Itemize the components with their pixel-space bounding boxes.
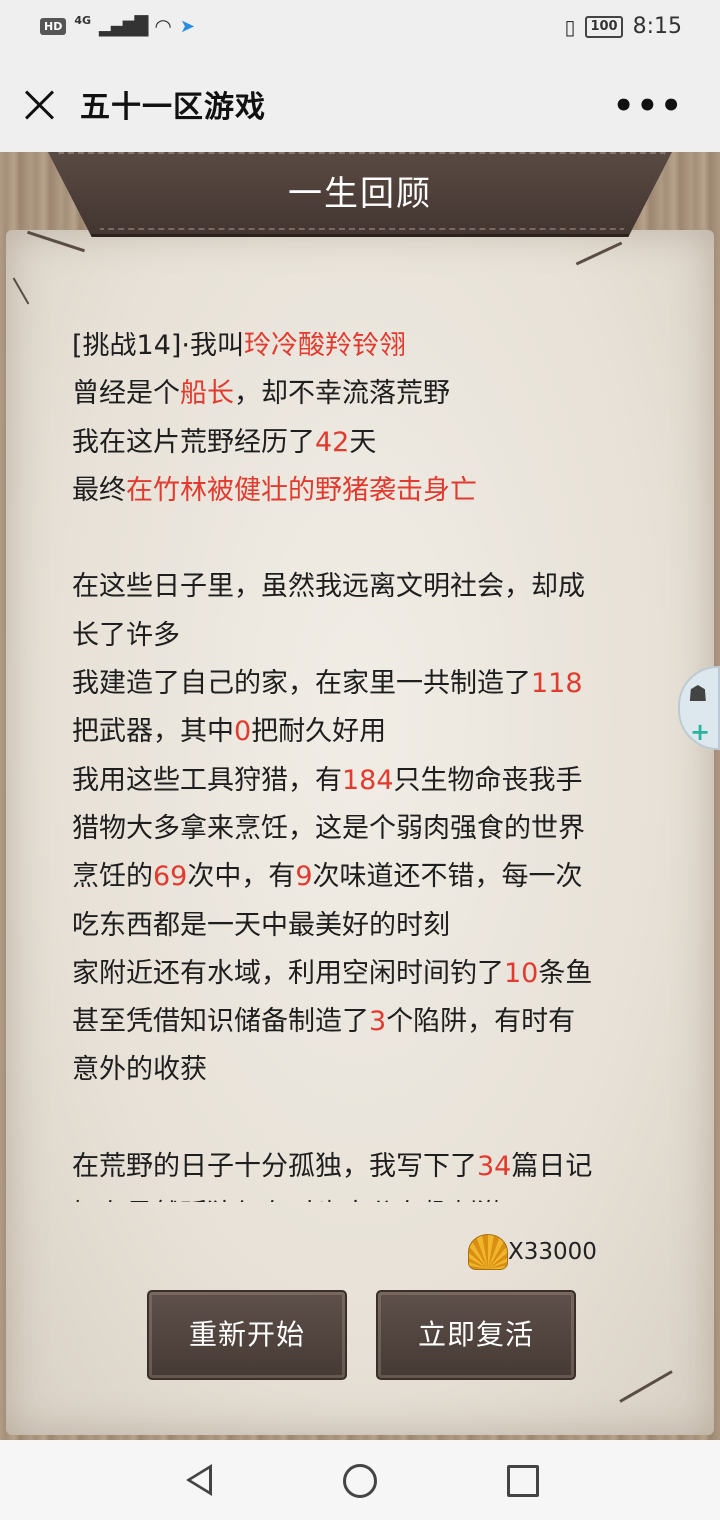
story-text: 在荒野的日子十分孤独，我写下了 bbox=[72, 1151, 477, 1183]
life-review-text: [挑战14]·我叫玲冷酸羚铃翎 曾经是个船长，却不幸流落荒野 我在这片荒野经历了… bbox=[72, 332, 657, 1202]
status-left: HD 4G ▂▄▆█ ◠ ➤ bbox=[40, 14, 195, 38]
story-line: 甚至凭借知识储备制造了3个陷阱，有时有 bbox=[72, 998, 657, 1046]
story-line: 我建造了自己的家，在家里一共制造了118 bbox=[72, 660, 657, 708]
story-text: 次味道还不错，每一次 bbox=[312, 861, 583, 893]
story-line: 长了许多 bbox=[72, 619, 180, 651]
game-area: 一生回顾 [挑战14]·我叫玲冷酸羚铃翎 曾经是个船长，却不幸流落荒野 我在这片… bbox=[0, 152, 720, 1440]
story-text: 甚至凭借知识储备制造了 bbox=[72, 1006, 369, 1038]
story-line: 曾经是个船长，却不幸流落荒野 bbox=[72, 370, 657, 418]
story-text: 我用这些工具狩猎，有 bbox=[72, 764, 342, 796]
wifi-icon: ◠ bbox=[154, 14, 172, 38]
battery-icon: 100 bbox=[585, 15, 623, 38]
network-type: 4G bbox=[74, 13, 92, 27]
traps-count: 3 bbox=[369, 1006, 387, 1038]
story-text: 家附近还有水域，利用空闲时间钓了 bbox=[72, 957, 504, 989]
app-notification-icon: ➤ bbox=[179, 15, 195, 37]
fish-count: 10 bbox=[504, 957, 539, 989]
recent-apps-icon[interactable] bbox=[507, 1465, 539, 1497]
story-line: 在荒野的日子十分孤独，我写下了34篇日记 bbox=[72, 1143, 657, 1191]
banner-title: 一生回顾 bbox=[288, 174, 432, 214]
revive-cost: X33000 bbox=[468, 1234, 597, 1270]
story-line: 吃东西都是一天中最美好的时刻 bbox=[72, 909, 450, 941]
robot-icon: ☗ bbox=[688, 682, 708, 707]
signal-icon: ▂▄▆█ bbox=[99, 15, 148, 37]
revive-button[interactable]: 立即复活 bbox=[376, 1290, 576, 1380]
story-line: 我在这片荒野经历了42天 bbox=[72, 419, 657, 467]
story-text: 我建造了自己的家，在家里一共制造了 bbox=[72, 668, 531, 700]
close-icon[interactable] bbox=[22, 86, 58, 122]
story-text: [挑战14]·我叫 bbox=[72, 332, 245, 361]
story-line: 把武器，其中0把耐久好用 bbox=[72, 708, 657, 756]
story-line: 好在虽然孤独但有时也十分有趣刺激 bbox=[72, 1191, 657, 1202]
crack-decoration bbox=[619, 1370, 673, 1403]
system-nav-bar bbox=[0, 1440, 720, 1520]
player-name: 玲冷酸羚铃翎 bbox=[244, 332, 407, 361]
story-text: 把武器，其中 bbox=[72, 716, 234, 748]
revive-cost-amount: X33000 bbox=[508, 1239, 597, 1265]
vibrate-icon: ▯ bbox=[564, 14, 576, 39]
crack-decoration bbox=[12, 277, 30, 305]
cause-of-death: 在竹林被健壮的野猪袭击身亡 bbox=[126, 474, 477, 506]
status-bar: HD 4G ▂▄▆█ ◠ ➤ ▯ 100 8:15 bbox=[0, 0, 720, 56]
story-text: 最终 bbox=[72, 474, 126, 506]
hd-badge: HD bbox=[40, 17, 67, 35]
story-text: ，却不幸流落荒野 bbox=[234, 378, 450, 410]
weapons-count: 118 bbox=[531, 668, 583, 700]
story-line: 我用这些工具狩猎，有184只生物命丧我手 bbox=[72, 757, 657, 805]
back-icon[interactable] bbox=[186, 1464, 212, 1496]
story-text: 篇日记 bbox=[511, 1151, 593, 1183]
status-right: ▯ 100 8:15 bbox=[564, 14, 682, 39]
clock: 8:15 bbox=[632, 14, 682, 39]
story-text: 天 bbox=[349, 426, 377, 458]
diary-count: 34 bbox=[477, 1151, 512, 1183]
crack-decoration bbox=[575, 241, 623, 266]
home-icon[interactable] bbox=[343, 1464, 377, 1498]
story-text: 曾经是个 bbox=[72, 378, 180, 410]
story-line: 最终在竹林被健壮的野猪袭击身亡 bbox=[72, 467, 657, 515]
shell-currency-icon bbox=[468, 1234, 508, 1270]
story-line: 烹饪的69次中，有9次味道还不错，每一次 bbox=[72, 853, 657, 901]
story-text: 烹饪的 bbox=[72, 861, 153, 893]
story-text: 只生物命丧我手 bbox=[393, 764, 583, 796]
cooking-count: 69 bbox=[153, 861, 188, 893]
crack-decoration bbox=[27, 230, 85, 253]
story-text: 把耐久好用 bbox=[251, 716, 387, 748]
story-line: 在这些日子里，虽然我远离文明社会，却成 bbox=[72, 571, 585, 603]
story-line: 猎物大多拿来烹饪，这是个弱肉强食的世界 bbox=[72, 812, 585, 844]
story-line: 意外的收获 bbox=[72, 1054, 207, 1086]
more-options-icon[interactable]: ••• bbox=[613, 86, 684, 126]
profession: 船长 bbox=[180, 378, 234, 410]
story-line: 家附近还有水域，利用空闲时间钓了10条鱼 bbox=[72, 950, 657, 998]
tasty-count: 9 bbox=[295, 861, 313, 893]
nav-bar: 五十一区游戏 ••• bbox=[0, 56, 720, 152]
story-text: 我在这片荒野经历了 bbox=[72, 426, 315, 458]
story-line: [挑战14]·我叫玲冷酸羚铃翎 bbox=[72, 332, 657, 370]
plus-icon: + bbox=[690, 718, 711, 746]
kills-count: 184 bbox=[342, 764, 394, 796]
days-survived: 42 bbox=[315, 426, 350, 458]
story-text: 条鱼 bbox=[538, 957, 593, 989]
story-text: 次中，有 bbox=[187, 861, 296, 893]
durable-weapons-count: 0 bbox=[234, 716, 252, 748]
page-title: 五十一区游戏 bbox=[80, 90, 266, 125]
story-text: 个陷阱，有时有 bbox=[386, 1006, 576, 1038]
restart-button[interactable]: 重新开始 bbox=[147, 1290, 347, 1380]
